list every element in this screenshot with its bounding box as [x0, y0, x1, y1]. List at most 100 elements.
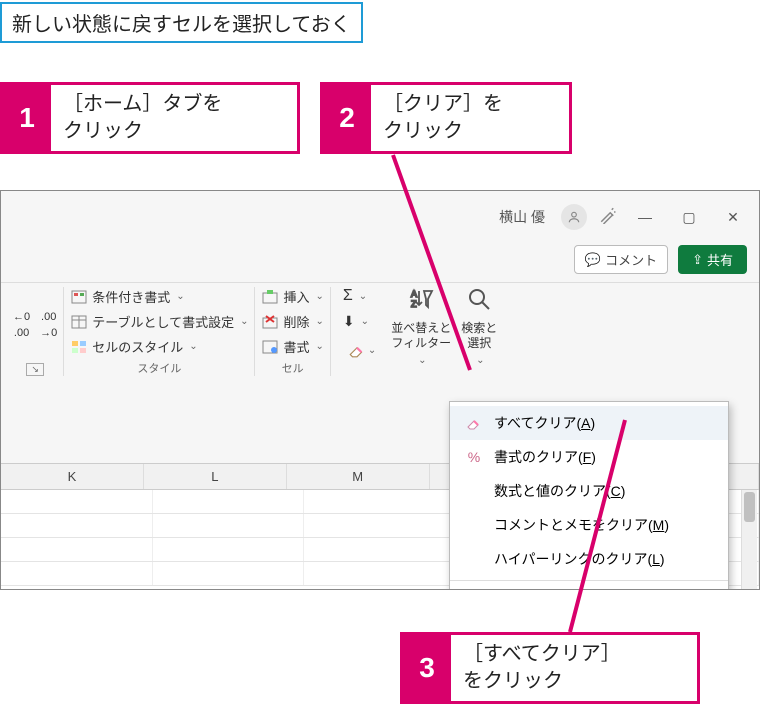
- format-cells-button[interactable]: 書式 ⌄: [261, 337, 323, 356]
- callout-2-text: ［クリア］を クリック: [371, 85, 515, 151]
- svg-text:A: A: [411, 289, 417, 299]
- avatar-icon[interactable]: [561, 204, 587, 230]
- callout-2: 2 ［クリア］を クリック: [320, 82, 572, 154]
- menu-clear-comments-label: コメントとメモをクリア(M): [494, 515, 669, 535]
- menu-clear-contents[interactable]: 数式と値のクリア(C): [450, 474, 728, 508]
- ribbon-group-cells: 挿入 ⌄ 削除 ⌄ 書式 ⌄ セル: [255, 287, 330, 376]
- cell-styles-icon: [70, 339, 88, 355]
- chevron-down-icon: ⌄: [368, 345, 376, 356]
- comment-icon: 💬: [585, 252, 601, 268]
- callout-2-number: 2: [323, 85, 371, 151]
- callout-1-number: 1: [3, 85, 51, 151]
- format-as-table-button[interactable]: テーブルとして書式設定 ⌄: [70, 312, 248, 331]
- increase-decimal-button[interactable]: ←0.00: [13, 311, 30, 339]
- comment-button[interactable]: 💬 コメント: [574, 245, 668, 274]
- menu-clear-hyperlinks-label: ハイパーリンクのクリア(L): [494, 549, 665, 569]
- accent-icon[interactable]: [599, 206, 617, 229]
- chevron-down-icon: ⌄: [418, 354, 426, 367]
- blank-icon: [464, 482, 484, 500]
- column-header[interactable]: M: [287, 464, 430, 489]
- clear-button[interactable]: ⌄: [343, 338, 381, 362]
- excel-window: 横山 優 — ▢ ✕ 💬 コメント ⇪ 共有 ←0.00: [0, 190, 760, 590]
- menu-clear-all-label: すべてクリア(A): [494, 413, 595, 433]
- svg-text:Z: Z: [411, 299, 417, 309]
- callout-3-number: 3: [403, 635, 451, 701]
- eraser-icon: [464, 414, 484, 432]
- ribbon-group-number: ←0.00 .00→0 ↘: [7, 287, 64, 376]
- comment-label: コメント: [605, 250, 657, 269]
- delete-icon: [261, 314, 279, 330]
- chevron-down-icon: ⌄: [476, 354, 484, 367]
- cell-styles-label: セルのスタイル: [92, 337, 183, 356]
- menu-remove-hyperlinks: ハイパーリンクの削除(R): [450, 585, 728, 590]
- title-bar: 横山 優 — ▢ ✕: [1, 191, 759, 243]
- format-label: 書式: [283, 337, 309, 356]
- fill-button[interactable]: ⬇ ⌄: [343, 313, 381, 330]
- menu-clear-hyperlinks[interactable]: ハイパーリンクのクリア(L): [450, 542, 728, 576]
- maximize-button[interactable]: ▢: [673, 209, 705, 226]
- sort-filter-button[interactable]: A Z 並べ替えと フィルター ⌄: [391, 287, 451, 367]
- ribbon-group-editing: Σ ⌄ ⬇ ⌄ ⌄: [331, 287, 753, 376]
- minimize-button[interactable]: —: [629, 209, 661, 225]
- find-select-button[interactable]: 検索と 選択 ⌄: [461, 287, 497, 367]
- menu-clear-comments[interactable]: コメントとメモをクリア(M): [450, 508, 728, 542]
- blank-icon: [464, 550, 484, 568]
- cell-styles-button[interactable]: セルのスタイル ⌄: [70, 337, 248, 356]
- close-button[interactable]: ✕: [717, 209, 749, 226]
- callout-1: 1 ［ホーム］タブを クリック: [0, 82, 300, 154]
- callout-3-text: ［すべてクリア］ をクリック: [451, 635, 633, 701]
- chevron-down-icon: ⌄: [361, 316, 369, 327]
- fill-down-icon: ⬇: [343, 313, 355, 330]
- menu-clear-all[interactable]: すべてクリア(A): [450, 406, 728, 440]
- eraser-icon: [348, 341, 366, 359]
- decrease-decimal-button[interactable]: .00→0: [40, 311, 57, 339]
- instruction-text: 新しい状態に戻すセルを選択しておく: [12, 14, 351, 36]
- chevron-down-icon: ⌄: [359, 291, 367, 302]
- chevron-down-icon: ⌄: [240, 316, 248, 327]
- autosum-button[interactable]: Σ ⌄: [343, 287, 381, 305]
- menu-clear-formats-label: 書式のクリア(F): [494, 447, 596, 467]
- chevron-down-icon: ⌄: [316, 291, 324, 302]
- scroll-thumb[interactable]: [744, 492, 755, 522]
- cells-group-label: セル: [282, 360, 304, 376]
- table-format-label: テーブルとして書式設定: [92, 312, 234, 331]
- callout-3: 3 ［すべてクリア］ をクリック: [400, 632, 700, 704]
- insert-icon: [261, 289, 279, 305]
- insert-label: 挿入: [283, 287, 309, 306]
- instruction-banner: 新しい状態に戻すセルを選択しておく: [0, 2, 363, 43]
- chevron-down-icon: ⌄: [189, 341, 197, 352]
- conditional-label: 条件付き書式: [92, 287, 170, 306]
- share-label: 共有: [707, 250, 733, 269]
- search-icon: [466, 287, 492, 319]
- percent-eraser-icon: %: [464, 448, 484, 466]
- callout-1-text: ［ホーム］タブを クリック: [51, 85, 234, 151]
- conditional-formatting-button[interactable]: 条件付き書式 ⌄: [70, 287, 248, 306]
- blank-icon: [464, 516, 484, 534]
- top-buttons-row: 💬 コメント ⇪ 共有: [1, 243, 759, 282]
- chevron-down-icon: ⌄: [316, 341, 324, 352]
- share-icon: ⇪: [692, 252, 703, 268]
- menu-clear-formats[interactable]: % 書式のクリア(F): [450, 440, 728, 474]
- clear-dropdown-menu: すべてクリア(A) % 書式のクリア(F) 数式と値のクリア(C) コメントとメ…: [449, 401, 729, 590]
- conditional-icon: [70, 289, 88, 305]
- table-icon: [70, 314, 88, 330]
- insert-cells-button[interactable]: 挿入 ⌄: [261, 287, 323, 306]
- sigma-icon: Σ: [343, 287, 353, 305]
- format-icon: [261, 339, 279, 355]
- sort-filter-icon: A Z: [408, 287, 434, 319]
- chevron-down-icon: ⌄: [316, 316, 324, 327]
- column-header[interactable]: K: [1, 464, 144, 489]
- ribbon-group-styles: 条件付き書式 ⌄ テーブルとして書式設定 ⌄ セルのスタイル ⌄: [64, 287, 255, 376]
- delete-label: 削除: [283, 312, 309, 331]
- share-button[interactable]: ⇪ 共有: [678, 245, 747, 274]
- column-header[interactable]: L: [144, 464, 287, 489]
- ribbon: ←0.00 .00→0 ↘ 条件付き書式 ⌄: [1, 282, 759, 378]
- menu-clear-contents-label: 数式と値のクリア(C): [494, 481, 625, 501]
- vertical-scrollbar[interactable]: [741, 490, 757, 589]
- number-body: ←0.00 .00→0: [13, 287, 57, 359]
- delete-cells-button[interactable]: 削除 ⌄: [261, 312, 323, 331]
- sort-filter-label: 並べ替えと フィルター: [391, 321, 451, 352]
- number-group-corner[interactable]: ↘: [26, 363, 44, 376]
- chevron-down-icon: ⌄: [176, 291, 184, 302]
- styles-group-label: スタイル: [137, 360, 181, 376]
